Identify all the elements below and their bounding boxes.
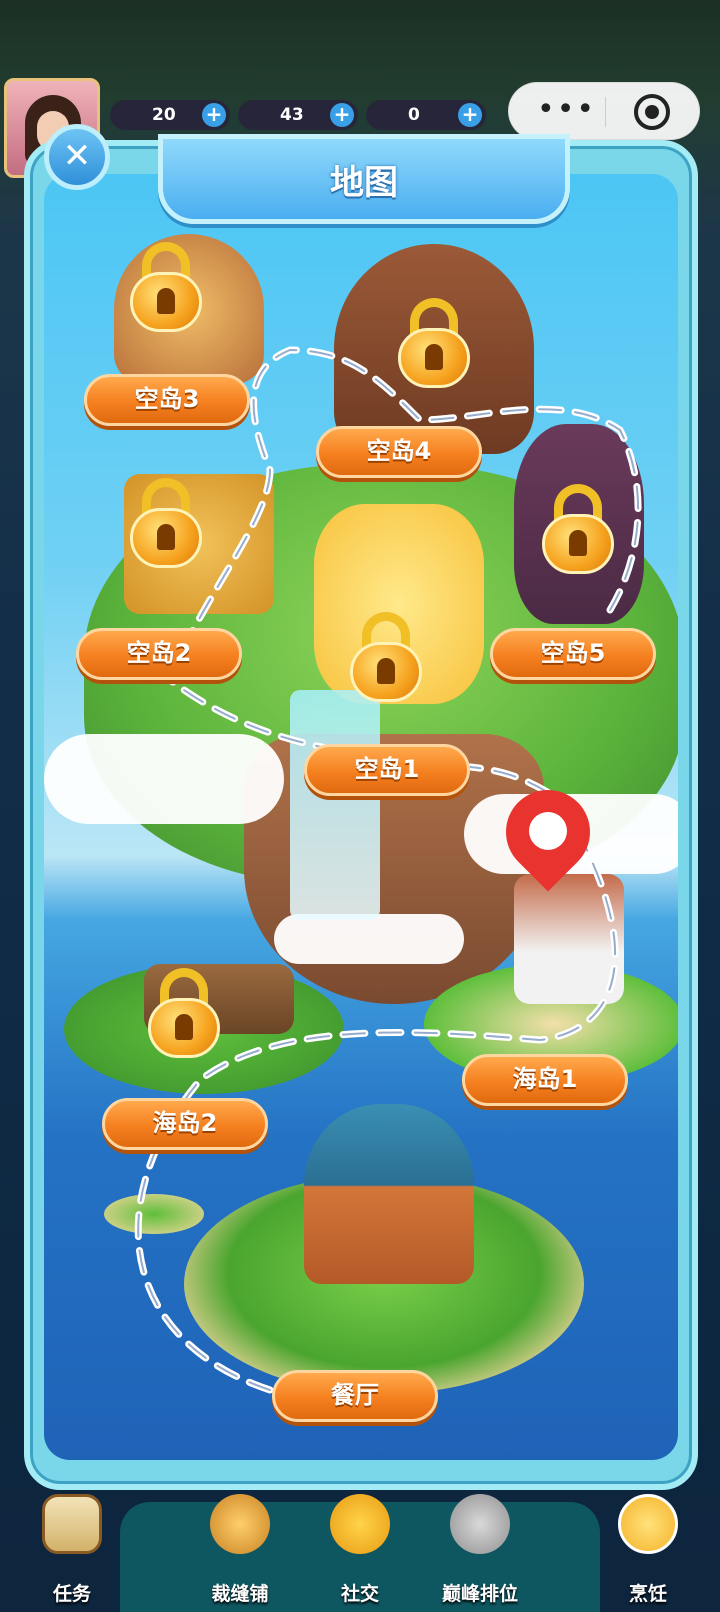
- currency-hud: 20 + 43 + 0 +: [110, 100, 486, 130]
- node-restaurant-button[interactable]: 餐厅: [272, 1370, 438, 1422]
- miniprogram-capsule: •••: [508, 82, 700, 140]
- coin-counter: 43 +: [238, 100, 358, 130]
- gem-value: 0: [408, 105, 420, 125]
- node-sky2-button[interactable]: 空岛2: [76, 628, 242, 680]
- map-title-bar: 地图: [158, 134, 570, 224]
- lock-icon-sky4: [398, 298, 470, 388]
- nav-social-label: 社交: [340, 1583, 379, 1605]
- nav-tasks-label: 任务: [52, 1583, 91, 1605]
- nav-tailor[interactable]: 裁缝铺: [180, 1490, 300, 1612]
- lock-icon-sky2: [130, 478, 202, 568]
- coin-value: 43: [280, 105, 304, 125]
- islet-small: [104, 1194, 204, 1234]
- restaurant-building: [304, 1104, 474, 1284]
- nav-ranking[interactable]: 巅峰排位: [420, 1490, 540, 1612]
- beach-hut: [514, 874, 624, 1004]
- capsule-divider: [605, 97, 606, 127]
- nav-ranking-label: 巅峰排位: [441, 1583, 518, 1605]
- lock-icon-sky5: [542, 484, 614, 574]
- energy-counter: 20 +: [110, 100, 230, 130]
- cloud-left: [44, 734, 284, 824]
- add-gem-button[interactable]: +: [458, 103, 482, 127]
- node-sky4-button[interactable]: 空岛4: [316, 426, 482, 478]
- cloud-small: [274, 914, 464, 964]
- lock-icon-sea2: [148, 968, 220, 1058]
- nav-social[interactable]: 社交: [300, 1490, 420, 1612]
- locked-trophy-icon: [450, 1494, 510, 1554]
- nav-tasks[interactable]: 任务: [12, 1490, 132, 1612]
- current-location-pin-icon: [488, 772, 608, 892]
- node-sea1-button[interactable]: 海岛1: [462, 1054, 628, 1106]
- close-button[interactable]: ✕: [44, 124, 110, 190]
- waterfall: [290, 690, 380, 920]
- sewing-icon: [210, 1494, 270, 1554]
- node-sky5-button[interactable]: 空岛5: [490, 628, 656, 680]
- nav-cooking-label: 烹饪: [628, 1583, 667, 1605]
- add-coin-button[interactable]: +: [330, 103, 354, 127]
- more-menu-icon[interactable]: •••: [537, 95, 596, 125]
- lock-icon-sky3: [130, 242, 202, 332]
- node-sea2-button[interactable]: 海岛2: [102, 1098, 268, 1150]
- add-energy-button[interactable]: +: [202, 103, 226, 127]
- node-sky3-button[interactable]: 空岛3: [84, 374, 250, 426]
- cooking-pot-icon: [618, 1494, 678, 1554]
- bottom-nav: 任务 裁缝铺 社交 巅峰排位 烹饪: [0, 1490, 720, 1612]
- map-title: 地图: [330, 162, 398, 203]
- social-face-icon: [330, 1494, 390, 1554]
- gem-counter: 0 +: [366, 100, 486, 130]
- nav-cooking[interactable]: 烹饪: [588, 1490, 708, 1612]
- energy-value: 20: [152, 105, 176, 125]
- nav-tailor-label: 裁缝铺: [211, 1583, 269, 1605]
- close-miniprogram-icon[interactable]: [634, 94, 670, 130]
- clipboard-check-icon: [42, 1494, 102, 1554]
- lock-icon-sky1: [350, 612, 422, 702]
- node-sky1-button[interactable]: 空岛1: [304, 744, 470, 796]
